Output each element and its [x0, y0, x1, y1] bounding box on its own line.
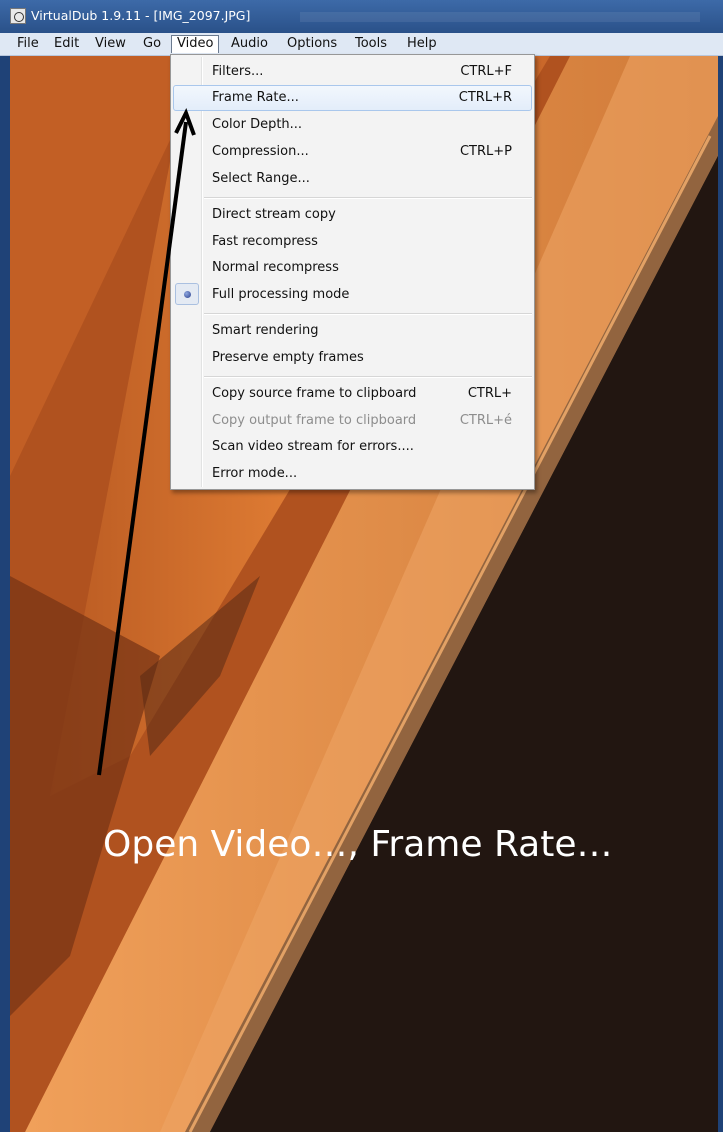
instruction-caption: Open Video…, Frame Rate…: [103, 824, 613, 865]
menu-item-label: Normal recompress: [212, 260, 339, 275]
menu-item-label: Fast recompress: [212, 234, 318, 249]
menu-item-copy-output-frame: Copy output frame to clipboard CTRL+é: [173, 408, 532, 434]
menu-edit[interactable]: Edit: [49, 35, 84, 53]
menu-item-label: Smart rendering: [212, 323, 319, 338]
menu-item-label: Compression...: [212, 144, 309, 159]
menu-item-smart-rendering[interactable]: Smart rendering: [173, 318, 532, 344]
menu-item-shortcut: CTRL+: [467, 386, 512, 401]
window-frame-left: [0, 56, 10, 1132]
menu-item-filters[interactable]: Filters... CTRL+F: [173, 59, 532, 85]
radio-dot-icon: [184, 291, 191, 298]
menu-item-label: Frame Rate...: [212, 90, 299, 105]
window-title: VirtualDub 1.9.11 - [IMG_2097.JPG]: [31, 8, 251, 23]
menu-item-error-mode[interactable]: Error mode...: [173, 461, 532, 487]
menu-file[interactable]: File: [12, 35, 44, 53]
menu-item-shortcut: CTRL+F: [460, 64, 512, 79]
menu-separator: [204, 313, 532, 315]
menu-item-shortcut: CTRL+é: [459, 413, 512, 428]
menu-video[interactable]: Video: [171, 35, 220, 53]
virtualdub-window: VirtualDub 1.9.11 - [IMG_2097.JPG] File …: [0, 0, 723, 1132]
menu-item-full-processing-mode[interactable]: Full processing mode: [173, 282, 532, 308]
menu-item-shortcut: CTRL+P: [459, 144, 512, 159]
menu-item-label: Color Depth...: [212, 117, 303, 132]
menu-bar: File Edit View Go Video Audio Options To…: [0, 33, 723, 56]
video-menu-dropdown: Filters... CTRL+F Frame Rate... CTRL+R C…: [170, 54, 535, 490]
menu-item-copy-source-frame[interactable]: Copy source frame to clipboard CTRL+: [173, 381, 532, 407]
menu-item-label: Select Range...: [212, 171, 310, 186]
menu-item-fast-recompress[interactable]: Fast recompress: [173, 229, 532, 255]
app-icon[interactable]: [10, 8, 26, 24]
menu-help[interactable]: Help: [402, 35, 442, 53]
menu-item-label: Error mode...: [212, 466, 298, 481]
menu-item-compression[interactable]: Compression... CTRL+P: [173, 139, 532, 165]
menu-item-normal-recompress[interactable]: Normal recompress: [173, 255, 532, 281]
menu-item-label: Filters...: [212, 64, 264, 79]
menu-separator: [204, 376, 532, 378]
menu-item-label: Preserve empty frames: [212, 350, 364, 365]
title-bar-blur: [300, 12, 700, 22]
menu-audio[interactable]: Audio: [226, 35, 273, 53]
window-frame-right: [718, 56, 723, 1132]
radio-check-icon: [175, 283, 199, 305]
menu-item-label: Copy source frame to clipboard: [212, 386, 417, 401]
menu-item-frame-rate[interactable]: Frame Rate... CTRL+R: [173, 85, 532, 111]
menu-options[interactable]: Options: [282, 35, 342, 53]
menu-item-label: Direct stream copy: [212, 207, 336, 222]
title-bar[interactable]: VirtualDub 1.9.11 - [IMG_2097.JPG]: [0, 0, 723, 33]
menu-item-color-depth[interactable]: Color Depth...: [173, 112, 532, 138]
menu-go[interactable]: Go: [138, 35, 166, 53]
menu-item-select-range[interactable]: Select Range...: [173, 166, 532, 192]
menu-separator: [204, 197, 532, 199]
menu-item-label: Copy output frame to clipboard: [212, 413, 417, 428]
menu-item-direct-stream-copy[interactable]: Direct stream copy: [173, 202, 532, 228]
menu-item-label: Full processing mode: [212, 287, 350, 302]
menu-view[interactable]: View: [90, 35, 131, 53]
menu-item-preserve-empty-frames[interactable]: Preserve empty frames: [173, 345, 532, 371]
menu-item-label: Scan video stream for errors....: [212, 439, 414, 454]
menu-item-scan-video-stream[interactable]: Scan video stream for errors....: [173, 434, 532, 460]
menu-item-shortcut: CTRL+R: [458, 90, 512, 105]
menu-tools[interactable]: Tools: [350, 35, 392, 53]
